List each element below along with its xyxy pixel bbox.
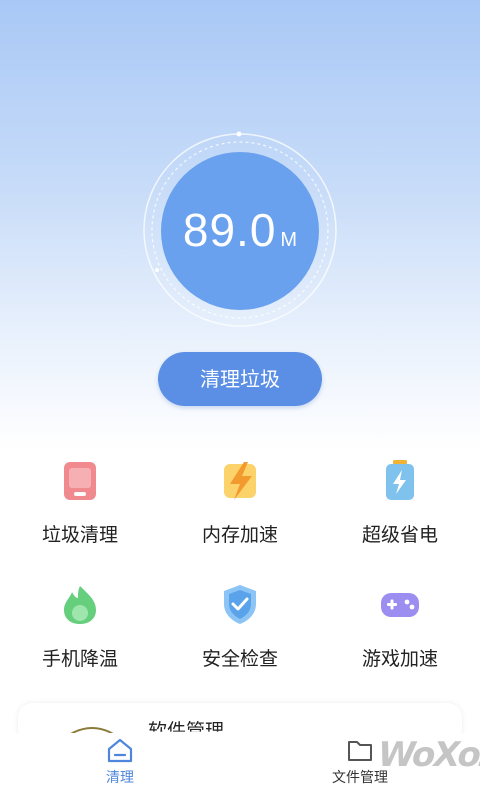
tab-label: 清理 (106, 770, 134, 786)
feature-memory-boost[interactable]: 内存加速 (160, 450, 320, 560)
junk-size-unit: M (280, 229, 298, 251)
junk-size-value: 89.0 (182, 204, 277, 256)
folder-icon (348, 741, 372, 761)
feature-security-check[interactable]: 安全检查 (160, 574, 320, 684)
feature-label: 安全检查 (201, 648, 278, 670)
battery-icon (386, 460, 414, 500)
gamepad-icon (381, 593, 419, 617)
feature-label: 垃圾清理 (41, 524, 118, 546)
watermark-logo: WoXoZ (373, 735, 480, 775)
phone-icon (64, 462, 96, 500)
flame-icon (64, 586, 96, 624)
shield-icon (224, 585, 256, 624)
feature-label: 游戏加速 (361, 648, 438, 670)
feature-cooldown[interactable]: 手机降温 (0, 574, 160, 684)
feature-junk-clean[interactable]: 垃圾清理 (0, 450, 160, 560)
junk-size-display: 89.0 M (161, 200, 319, 260)
tab-clean[interactable]: 清理 (0, 733, 240, 800)
feature-label: 超级省电 (361, 524, 438, 546)
clean-junk-button[interactable]: 清理垃圾 (158, 352, 322, 406)
lightning-icon (224, 462, 256, 500)
feature-power-save[interactable]: 超级省电 (320, 450, 480, 560)
home-icon (107, 738, 133, 763)
feature-label: 内存加速 (201, 524, 278, 546)
feature-label: 手机降温 (41, 648, 118, 670)
feature-game-boost[interactable]: 游戏加速 (320, 574, 480, 684)
